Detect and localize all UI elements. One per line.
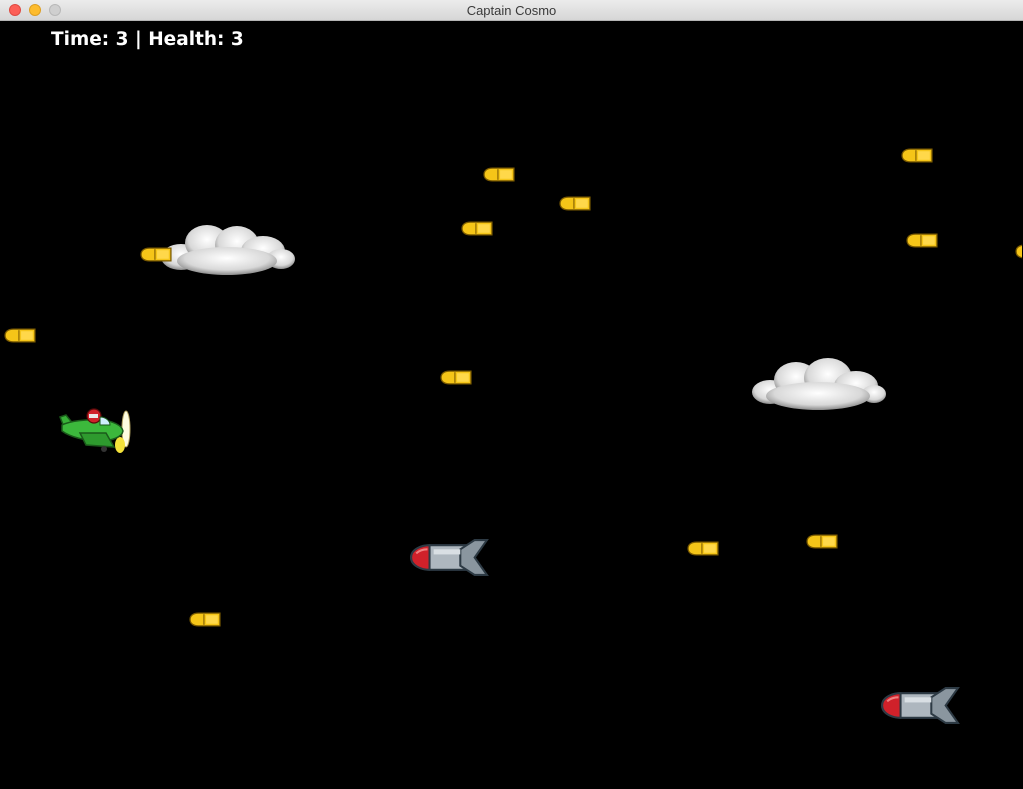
bullet-icon [906,233,938,248]
missile-icon [881,687,959,724]
hud-separator: | [134,29,142,50]
bullet-icon [140,247,172,262]
time-value: 3 [115,29,129,50]
window-title: Captain Cosmo [466,3,557,18]
missile-icon [410,539,488,576]
game-canvas[interactable]: Time: 3 | Health: 3 [1,21,1022,788]
health-value: 3 [230,29,244,50]
bullet-icon [806,534,838,549]
cloud-icon [161,225,295,275]
title-bar[interactable]: Captain Cosmo [0,0,1023,21]
close-button[interactable] [9,4,21,16]
bullet-icon [4,328,36,343]
minimize-button[interactable] [29,4,41,16]
health-label: Health: [148,29,225,50]
player-airplane-icon[interactable] [56,403,132,455]
cloud-icon [752,358,886,410]
bullet-icon [687,541,719,556]
game-window: Captain Cosmo Time: 3 | Health: 3 [0,0,1023,789]
zoom-button[interactable] [49,4,61,16]
bullet-icon [901,148,933,163]
bullet-icon [440,370,472,385]
bullet-icon [461,221,493,236]
hud-status: Time: 3 | Health: 3 [51,29,244,50]
bullet-icon [1015,244,1022,259]
bullet-icon [559,196,591,211]
bullet-icon [189,612,221,627]
time-label: Time: [51,29,110,50]
bullet-icon [483,167,515,182]
